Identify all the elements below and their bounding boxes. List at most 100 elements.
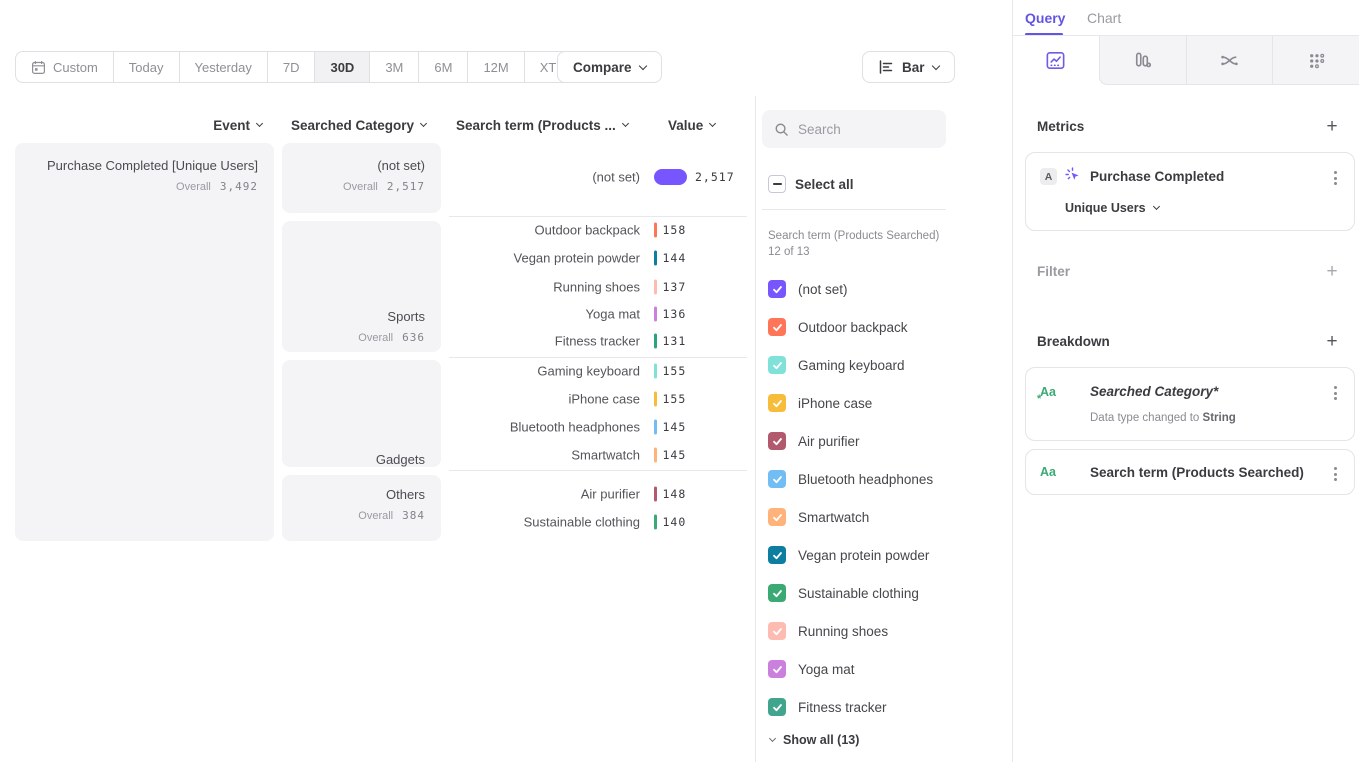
legend-item-list: (not set) Outdoor backpackGaming keyboard… [768, 270, 1006, 726]
category-overall: Overall384 [282, 509, 425, 522]
term-label: Bluetooth headphones [449, 420, 640, 435]
view-tab-flow[interactable] [1186, 36, 1273, 85]
row-separator [449, 470, 747, 471]
measurement-label: Unique Users [1065, 201, 1146, 215]
add-breakdown-button[interactable]: + [1322, 332, 1342, 352]
legend-item[interactable]: Air purifier [768, 422, 1006, 460]
column-header-label: Searched Category [291, 118, 414, 133]
legend-checkbox[interactable] [768, 698, 786, 716]
column-header-searched-category[interactable]: Searched Category [291, 117, 426, 133]
legend-item[interactable]: Gaming keyboard [768, 346, 1006, 384]
breakdown-card-search-term[interactable]: Aa Search term (Products Searched) [1025, 449, 1355, 495]
legend-checkbox[interactable] [768, 432, 786, 450]
legend-item-label: Fitness tracker [798, 700, 887, 715]
column-header-event[interactable]: Event [213, 117, 262, 133]
category-cell-others[interactable]: OthersOverall384 [282, 475, 441, 541]
value-bar[interactable] [654, 487, 657, 502]
column-header-label: Event [213, 118, 250, 133]
date-range-30d[interactable]: 30D [315, 52, 370, 82]
search-input[interactable] [798, 122, 934, 137]
select-all-checkbox[interactable] [768, 175, 786, 193]
legend-item[interactable]: Outdoor backpack [768, 308, 1006, 346]
view-tab-retention-grid[interactable] [1272, 36, 1359, 85]
legend-checkbox[interactable] [768, 508, 786, 526]
value-bar[interactable] [654, 392, 657, 407]
legend-item[interactable]: Bluetooth headphones [768, 460, 1006, 498]
value-bar[interactable] [654, 420, 657, 435]
value-bar[interactable] [654, 169, 687, 185]
date-range-label: 3M [385, 60, 403, 75]
tab-chart[interactable]: Chart [1087, 10, 1121, 26]
value-bar[interactable] [654, 280, 657, 295]
legend-item[interactable]: Sustainable clothing [768, 574, 1006, 612]
legend-item[interactable]: Smartwatch [768, 498, 1006, 536]
chart-type-button[interactable]: Bar [862, 51, 955, 83]
legend-item[interactable]: Vegan protein powder [768, 536, 1006, 574]
date-range-7d[interactable]: 7D [268, 52, 316, 82]
legend-item[interactable]: (not set) [768, 270, 1006, 308]
value-bar[interactable] [654, 223, 657, 238]
show-all-button[interactable]: Show all (13) [770, 733, 859, 747]
legend-checkbox[interactable] [768, 660, 786, 678]
view-tab-funnel-bars[interactable] [1099, 36, 1186, 85]
event-cell[interactable]: Purchase Completed [Unique Users] Overal… [15, 143, 274, 541]
kebab-menu-icon[interactable] [1332, 169, 1339, 187]
value-bar[interactable] [654, 307, 657, 322]
value-bar[interactable] [654, 334, 657, 349]
date-range-yesterday[interactable]: Yesterday [180, 52, 268, 82]
value-bar[interactable] [654, 364, 657, 379]
term-label: Running shoes [449, 280, 640, 295]
value-number: 2,517 [695, 170, 735, 184]
date-range-today[interactable]: Today [114, 52, 180, 82]
kebab-menu-icon[interactable] [1332, 384, 1339, 402]
value-bar[interactable] [654, 251, 657, 266]
category-cell--not-set-[interactable]: (not set)Overall2,517 [282, 143, 441, 213]
category-name: Sports [282, 309, 425, 324]
category-cell-sports[interactable]: SportsOverall636 [282, 221, 441, 352]
legend-checkbox[interactable] [768, 470, 786, 488]
term-label: iPhone case [449, 392, 640, 407]
measurement-dropdown[interactable]: Unique Users [1065, 201, 1159, 215]
compare-button[interactable]: Compare [557, 51, 662, 83]
legend-item[interactable]: Running shoes [768, 612, 1006, 650]
value-bar[interactable] [654, 448, 657, 463]
date-range-6m[interactable]: 6M [419, 52, 468, 82]
legend-item[interactable]: Yoga mat [768, 650, 1006, 688]
column-header-value[interactable]: Value [668, 117, 715, 133]
add-filter-button[interactable]: + [1322, 262, 1342, 282]
breakdown-card-searched-category[interactable]: Aa* Searched Category* Data type changed… [1025, 367, 1355, 441]
breakdown-note: Data type changed to String [1090, 412, 1236, 424]
legend-item[interactable]: iPhone case [768, 384, 1006, 422]
legend-checkbox[interactable] [768, 546, 786, 564]
legend-checkbox[interactable] [768, 356, 786, 374]
column-header-search-term[interactable]: Search term (Products ... [456, 117, 628, 133]
kebab-menu-icon[interactable] [1332, 465, 1339, 483]
overall-label: Overall [358, 510, 393, 522]
legend-checkbox[interactable] [768, 622, 786, 640]
row-separator [449, 216, 747, 217]
value-bar[interactable] [654, 515, 657, 530]
legend-checkbox[interactable] [768, 280, 786, 298]
legend-checkbox[interactable] [768, 584, 786, 602]
metric-card[interactable]: A Purchase Completed Unique Users [1025, 152, 1355, 231]
tab-query[interactable]: Query [1025, 10, 1065, 26]
metrics-heading: Metrics [1037, 119, 1084, 134]
date-range-12m[interactable]: 12M [468, 52, 524, 82]
date-range-label: Custom [53, 60, 98, 75]
select-all-row[interactable]: Select all [768, 175, 854, 193]
legend-checkbox[interactable] [768, 318, 786, 336]
event-overall: Overall3,492 [15, 180, 258, 193]
add-metric-button[interactable]: + [1322, 117, 1342, 137]
legend-item[interactable]: Fitness tracker [768, 688, 1006, 726]
check-icon [772, 474, 783, 485]
category-cell-gadgets[interactable]: GadgetsOverall545 [282, 360, 441, 467]
date-range-custom[interactable]: Custom [16, 52, 114, 82]
value-number: 136 [663, 307, 687, 321]
overall-value: 3,492 [220, 180, 258, 193]
legend-checkbox[interactable] [768, 394, 786, 412]
view-tab-insights-chart[interactable] [1013, 36, 1099, 85]
term-label: Yoga mat [449, 307, 640, 322]
legend-item-label: (not set) [798, 282, 848, 297]
chart-type-label: Bar [902, 60, 925, 75]
date-range-3m[interactable]: 3M [370, 52, 419, 82]
